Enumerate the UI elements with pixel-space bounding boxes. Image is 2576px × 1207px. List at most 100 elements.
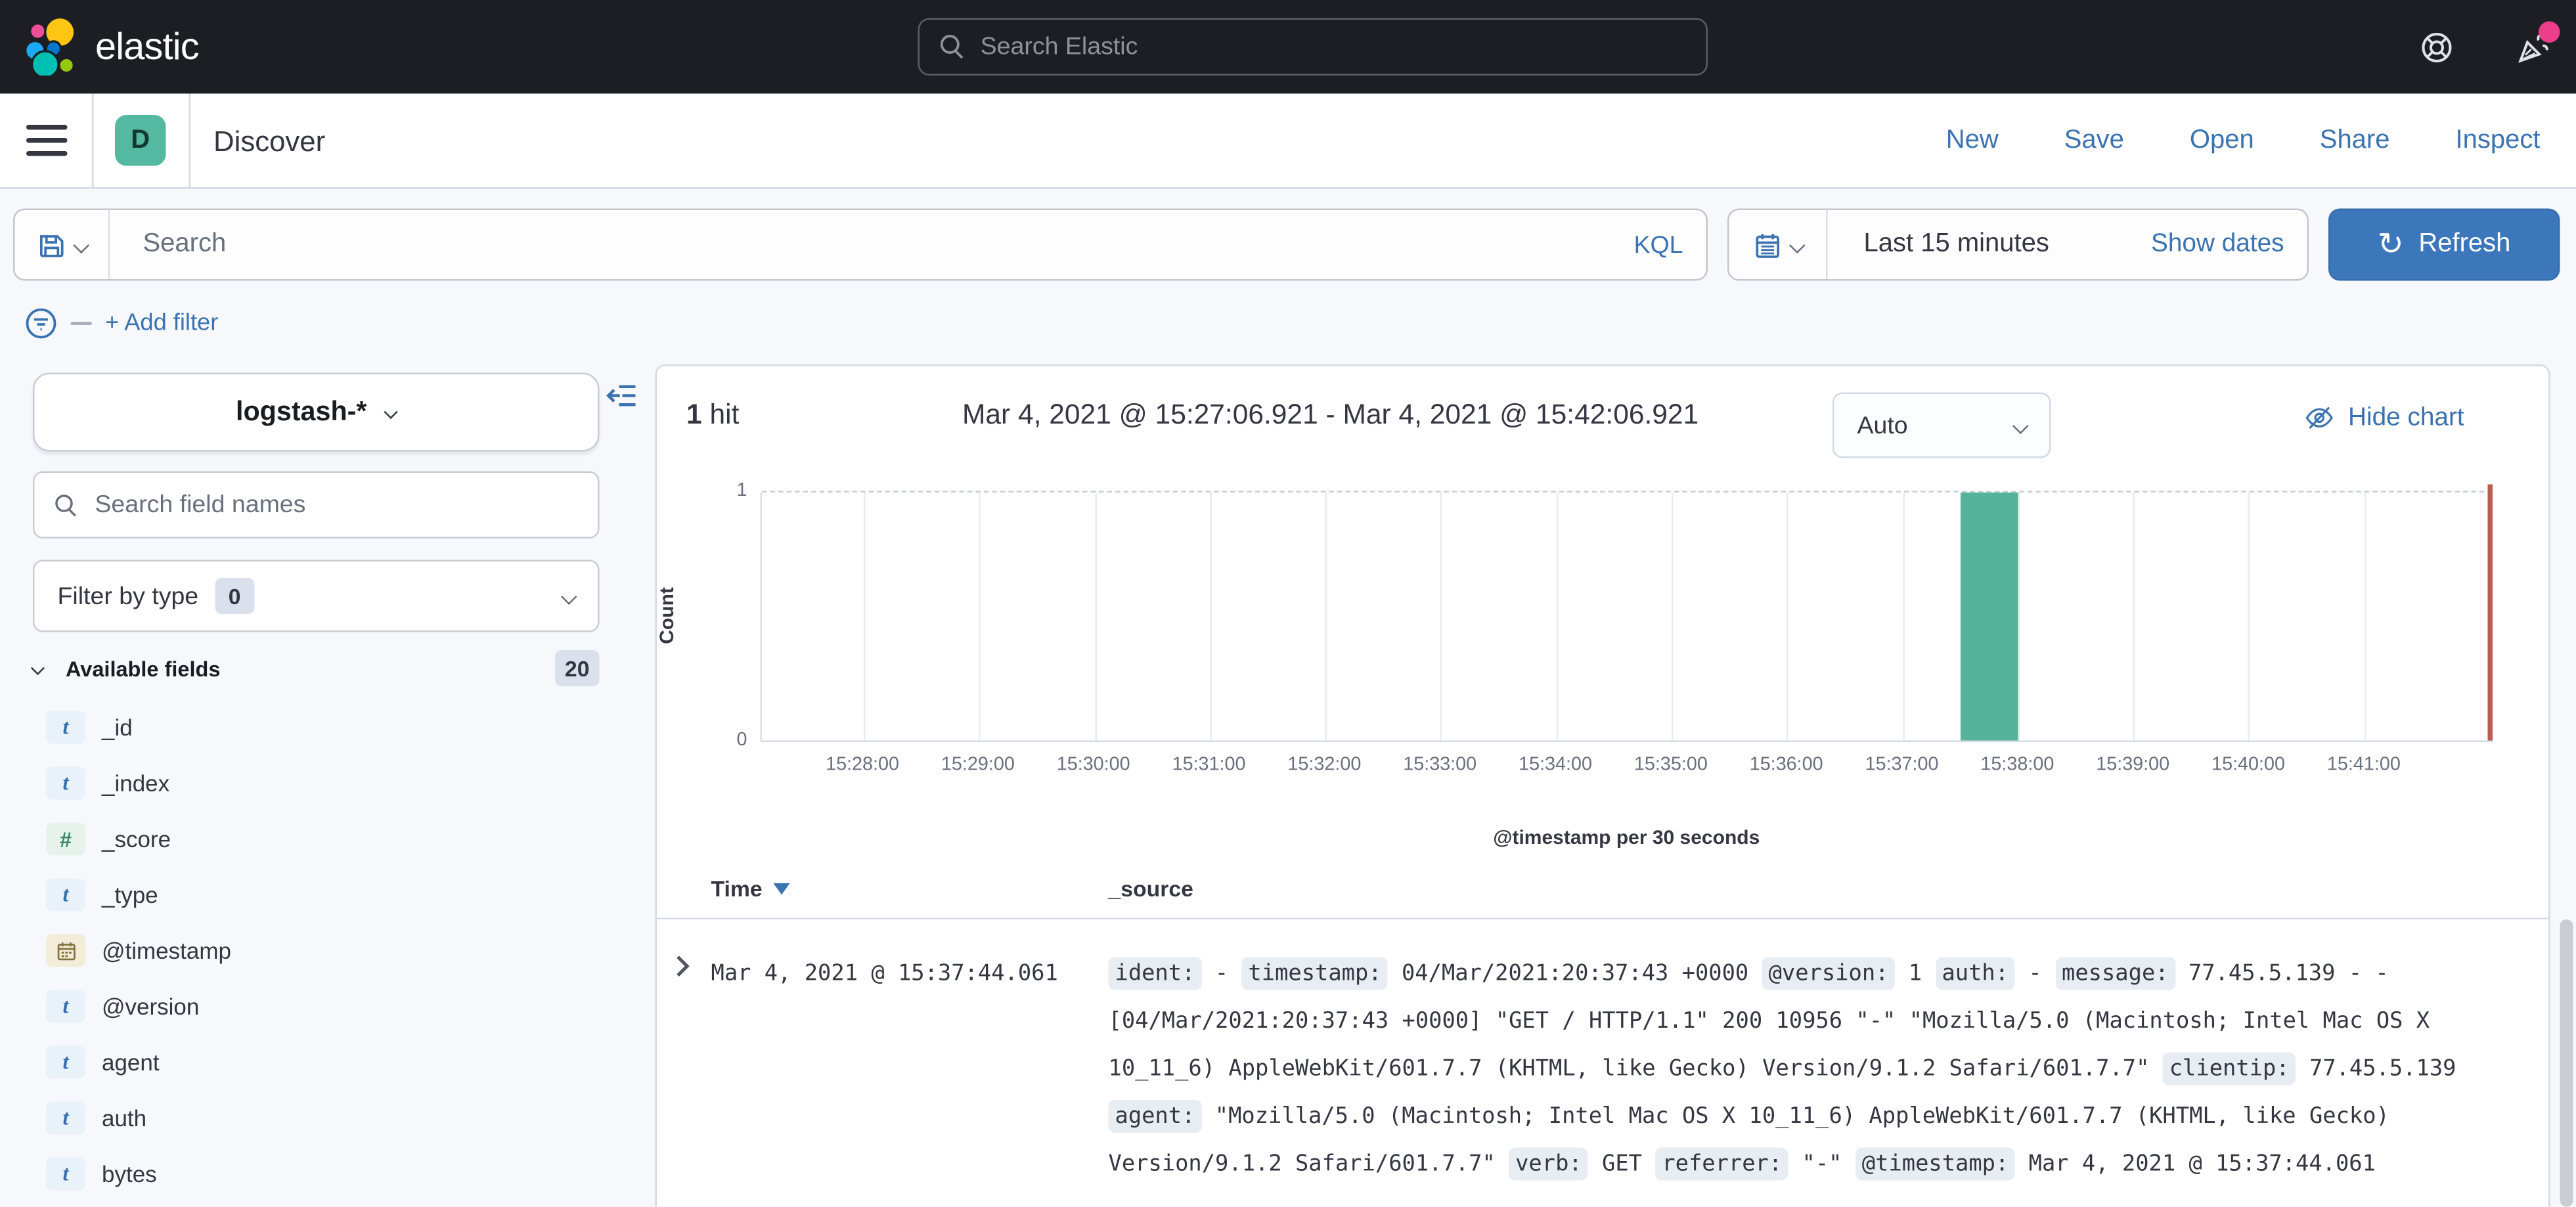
source-field-key: verb:	[1509, 1148, 1589, 1181]
kql-query-input[interactable]	[110, 230, 1611, 259]
x-axis-tick: 15:34:00	[1519, 755, 1592, 775]
global-search-box[interactable]	[918, 18, 1708, 76]
kql-language-button[interactable]: KQL	[1611, 230, 1706, 259]
collapse-sidebar-icon[interactable]	[606, 380, 639, 412]
x-axis-tick: 15:31:00	[1172, 755, 1246, 775]
chart-gridline	[979, 493, 981, 741]
field-search-input[interactable]	[95, 491, 578, 519]
help-icon[interactable]	[2417, 27, 2456, 66]
index-pattern-switcher[interactable]: logstash-*	[33, 373, 600, 452]
source-field-key: ident:	[1109, 957, 1202, 990]
field-name: @version	[102, 994, 199, 1020]
source-field-key: message:	[2055, 957, 2175, 990]
field-name: _index	[102, 770, 169, 797]
column-header-time[interactable]: Time	[711, 877, 791, 902]
nav-action-open[interactable]: Open	[2190, 127, 2254, 156]
eye-slash-icon	[2304, 403, 2336, 434]
field-item-agent[interactable]: tagent	[33, 1038, 600, 1087]
field-item-@timestamp[interactable]: @timestamp	[33, 926, 600, 975]
discover-results-panel: 1 hit Mar 4, 2021 @ 15:27:06.921 - Mar 4…	[655, 364, 2550, 1207]
hits-number: 1	[686, 399, 702, 431]
kibana-discover-app: elastic	[0, 0, 2576, 1207]
field-type-date-icon	[46, 934, 85, 967]
field-type-number-icon: #	[46, 823, 85, 856]
x-axis-tick: 15:39:00	[2096, 755, 2169, 775]
chart-gridline	[1441, 493, 1443, 741]
field-item-_type[interactable]: t_type	[33, 870, 600, 919]
refresh-button[interactable]: ↻ Refresh	[2328, 209, 2560, 281]
field-item-_index[interactable]: t _index	[33, 758, 600, 808]
x-axis-tick: 15:33:00	[1403, 755, 1477, 775]
field-list: t_idt_index#_scoret_type@timestampt@vers…	[33, 703, 600, 1205]
histogram-bar[interactable]	[1960, 493, 2018, 741]
x-axis-tick: 15:29:00	[941, 755, 1015, 775]
refresh-icon: ↻	[2378, 229, 2404, 261]
interval-select[interactable]: Auto	[1832, 393, 2051, 458]
x-axis-ticks: 15:28:0015:29:0015:30:0015:31:0015:32:00…	[761, 755, 2493, 781]
expand-row-icon[interactable]	[669, 955, 690, 977]
chart-gridline	[1325, 493, 1327, 741]
nav-action-new[interactable]: New	[1946, 127, 1999, 156]
row-timestamp: Mar 4, 2021 @ 15:37:44.061	[711, 951, 1058, 999]
nav-action-inspect[interactable]: Inspect	[2456, 127, 2541, 156]
menu-icon[interactable]	[26, 125, 68, 156]
global-search-input[interactable]	[981, 33, 1687, 61]
chart-gridline	[864, 493, 866, 741]
source-field-key: @version:	[1762, 957, 1896, 990]
divider	[189, 94, 191, 188]
hits-label: hit	[710, 399, 740, 431]
available-fields-count-badge: 20	[555, 650, 600, 686]
filter-icon[interactable]	[23, 305, 59, 341]
y-axis-tick-min: 0	[718, 731, 747, 751]
notification-dot	[2539, 20, 2560, 42]
time-range-value[interactable]: Last 15 minutes	[1828, 230, 2152, 259]
field-type-string-icon: t	[46, 711, 85, 744]
y-axis-tick-max: 1	[718, 481, 747, 501]
saved-query-button[interactable]	[15, 210, 110, 279]
nav-action-save[interactable]: Save	[2064, 127, 2124, 156]
chart-gridline	[1787, 493, 1789, 741]
hide-chart-link[interactable]: Hide chart	[2304, 403, 2464, 434]
chart-gridline	[1556, 493, 1558, 741]
column-header-source[interactable]: _source	[1109, 877, 1193, 902]
page-title: Discover	[213, 94, 325, 189]
field-type-string-icon: t	[46, 767, 85, 800]
add-filter-link[interactable]: + Add filter	[105, 311, 218, 337]
source-field-key: agent:	[1109, 1100, 1202, 1133]
field-item-@version[interactable]: t@version	[33, 982, 600, 1031]
elastic-logo[interactable]: elastic	[23, 16, 199, 76]
divider	[92, 94, 94, 188]
field-type-string-icon: t	[46, 1046, 85, 1079]
field-name: auth	[102, 1105, 146, 1131]
source-field-key: @timestamp:	[1855, 1148, 2016, 1181]
field-search-box[interactable]	[33, 472, 600, 539]
field-item-_score[interactable]: # _score	[33, 814, 600, 864]
chart-gridline	[2133, 493, 2135, 741]
search-icon	[939, 33, 966, 61]
page-scrollbar[interactable]	[2560, 919, 2573, 1207]
field-name: _score	[102, 826, 171, 852]
show-dates-link[interactable]: Show dates	[2151, 230, 2307, 259]
x-axis-label: @timestamp per 30 seconds	[761, 826, 2493, 849]
field-item-_id[interactable]: t_id	[33, 703, 600, 752]
filter-by-type-select[interactable]: Filter by type 0	[33, 560, 600, 632]
chevron-down-icon	[31, 661, 45, 675]
chart-time-range: Mar 4, 2021 @ 15:27:06.921 - Mar 4, 2021…	[962, 399, 1699, 432]
chart-gridline	[2018, 493, 2020, 741]
sort-descending-icon	[774, 883, 790, 895]
histogram-plot-area	[761, 493, 2493, 742]
quick-select-button[interactable]	[1729, 210, 1828, 279]
nav-action-share[interactable]: Share	[2320, 127, 2390, 156]
y-axis-label: Count	[655, 567, 678, 665]
doc-table-header: Time _source	[657, 869, 2548, 920]
discover-app-badge[interactable]: D	[115, 115, 166, 166]
chart-gridline	[1902, 493, 1904, 741]
available-fields-header[interactable]: Available fields 20	[33, 647, 600, 690]
field-name: @timestamp	[102, 938, 231, 964]
newsfeed-icon[interactable]	[2514, 27, 2554, 66]
topnav-actions: New Save Open Share Inspect	[1946, 94, 2541, 189]
x-axis-tick: 15:32:00	[1287, 755, 1361, 775]
field-item-bytes[interactable]: tbytes	[33, 1149, 600, 1198]
x-axis-tick: 15:38:00	[1980, 755, 2054, 775]
field-item-auth[interactable]: tauth	[33, 1093, 600, 1143]
